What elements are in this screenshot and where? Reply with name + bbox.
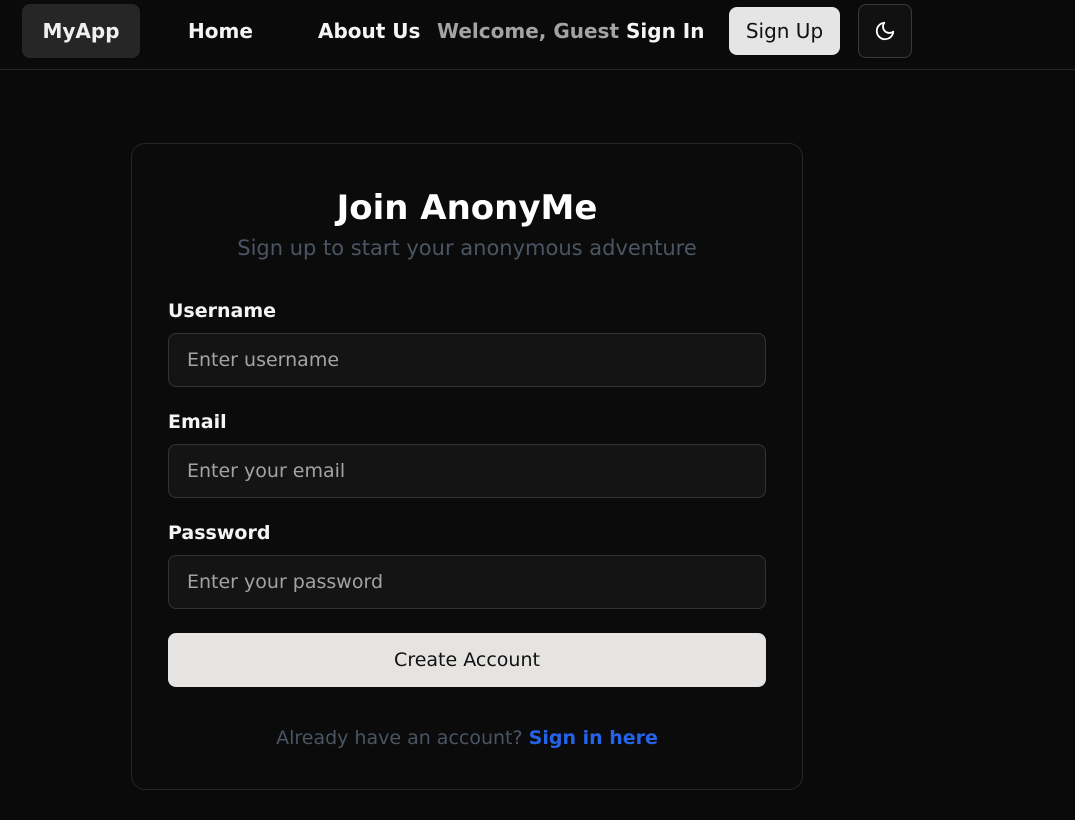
create-account-button[interactable]: Create Account: [168, 633, 766, 687]
theme-toggle-button[interactable]: [858, 4, 912, 58]
password-input[interactable]: [168, 555, 766, 609]
page-subtitle: Sign up to start your anonymous adventur…: [237, 236, 697, 260]
navbar: MyApp Home About Us Welcome, Guest Sign …: [0, 0, 1075, 70]
sign-in-here-link[interactable]: Sign in here: [529, 727, 658, 749]
email-label: Email: [168, 411, 227, 433]
nav-about-link[interactable]: About Us: [318, 4, 420, 58]
signin-prompt: Already have an account? Sign in here: [132, 727, 802, 749]
username-input[interactable]: [168, 333, 766, 387]
username-label: Username: [168, 300, 277, 322]
signup-card: Join AnonyMe Sign up to start your anony…: [131, 143, 803, 790]
signin-prompt-text: Already have an account?: [276, 727, 523, 749]
welcome-text: Welcome, Guest: [437, 19, 620, 43]
nav-home-link[interactable]: Home: [188, 4, 253, 58]
password-label: Password: [168, 522, 271, 544]
moon-icon: [874, 20, 896, 42]
email-input[interactable]: [168, 444, 766, 498]
nav-sign-in-link[interactable]: Sign In: [626, 4, 704, 58]
nav-sign-up-button[interactable]: Sign Up: [729, 7, 840, 55]
logo-link[interactable]: MyApp: [22, 4, 140, 58]
page-title: Join AnonyMe: [336, 188, 598, 228]
